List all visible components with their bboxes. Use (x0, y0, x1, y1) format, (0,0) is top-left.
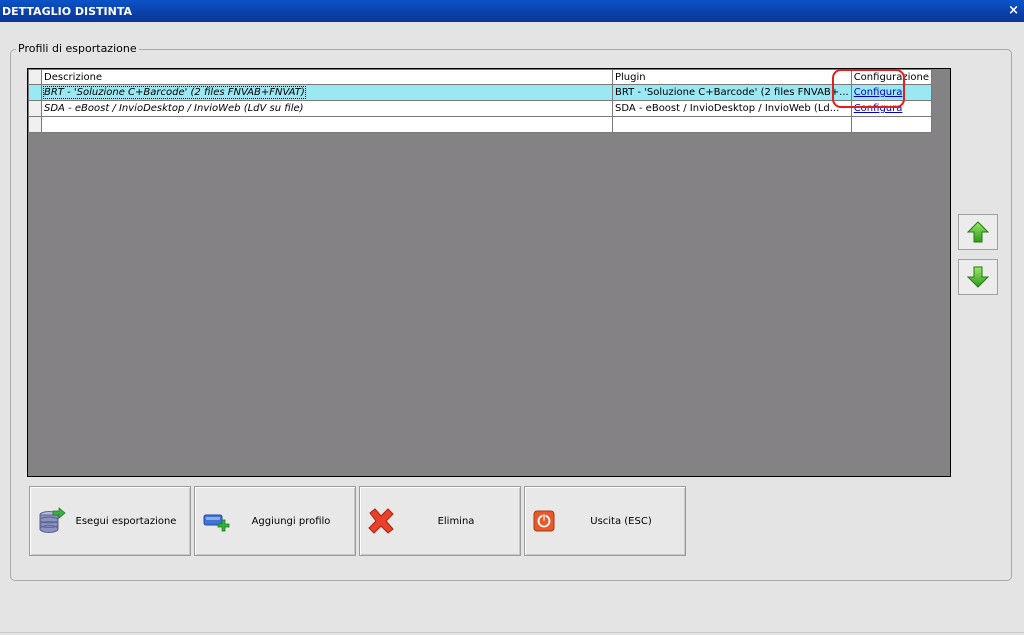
table-row[interactable]: BRT - 'Soluzione C+Barcode' (2 files FNV… (28, 84, 933, 101)
profiles-grid[interactable]: Descrizione Plugin Configurazione BRT - … (27, 68, 951, 477)
window-title: DETTAGLIO DISTINTA (2, 5, 132, 18)
red-x-icon (368, 508, 394, 534)
database-export-icon (39, 507, 66, 533)
close-icon[interactable]: × (1008, 3, 1019, 18)
row-indicator[interactable] (28, 100, 42, 117)
profiles-table: Descrizione Plugin Configurazione BRT - … (28, 69, 933, 133)
exit-button[interactable]: Uscita (ESC) (524, 486, 686, 556)
table-header: Descrizione Plugin Configurazione (28, 69, 933, 85)
group-label: Profili di esportazione (16, 42, 139, 55)
cell-plugin[interactable]: SDA - eBoost / InvioDesktop / InvioWeb (… (612, 100, 852, 117)
header-indicator (28, 69, 42, 85)
column-header-plugin[interactable]: Plugin (612, 69, 852, 85)
move-down-button[interactable] (958, 259, 998, 295)
row-indicator[interactable] (28, 116, 42, 133)
cell-descrizione[interactable]: BRT - 'Soluzione C+Barcode' (2 files FNV… (41, 84, 613, 101)
exit-button-label: Uscita (ESC) (590, 516, 652, 527)
cell-configurazione-empty[interactable] (850, 116, 933, 133)
cell-plugin-empty[interactable] (612, 116, 852, 133)
export-button[interactable]: Esegui esportazione (29, 486, 191, 556)
delete-button[interactable]: Elimina (359, 486, 521, 556)
power-icon (533, 510, 555, 532)
column-header-descrizione[interactable]: Descrizione (41, 69, 613, 85)
row-indicator[interactable] (28, 84, 42, 101)
cell-descrizione-empty[interactable] (41, 116, 613, 133)
delete-button-label: Elimina (437, 516, 475, 527)
cell-descrizione[interactable]: SDA - eBoost / InvioDesktop / InvioWeb (… (41, 100, 613, 117)
arrow-down-icon (966, 266, 990, 288)
add-profile-icon (203, 514, 230, 532)
new-row[interactable] (28, 116, 933, 133)
divider (0, 632, 1024, 633)
arrow-up-icon (966, 221, 990, 243)
title-bar: DETTAGLIO DISTINTA × (0, 0, 1024, 22)
add-profile-button[interactable]: Aggiungi profilo (194, 486, 356, 556)
add-profile-button-label: Aggiungi profilo (251, 516, 331, 527)
move-up-button[interactable] (958, 214, 998, 250)
export-button-label: Esegui esportazione (75, 516, 177, 527)
cell-plugin[interactable]: BRT - 'Soluzione C+Barcode' (2 files FNV… (612, 84, 852, 101)
annotation-highlight-circle (832, 69, 905, 108)
table-row[interactable]: SDA - eBoost / InvioDesktop / InvioWeb (… (28, 100, 933, 117)
